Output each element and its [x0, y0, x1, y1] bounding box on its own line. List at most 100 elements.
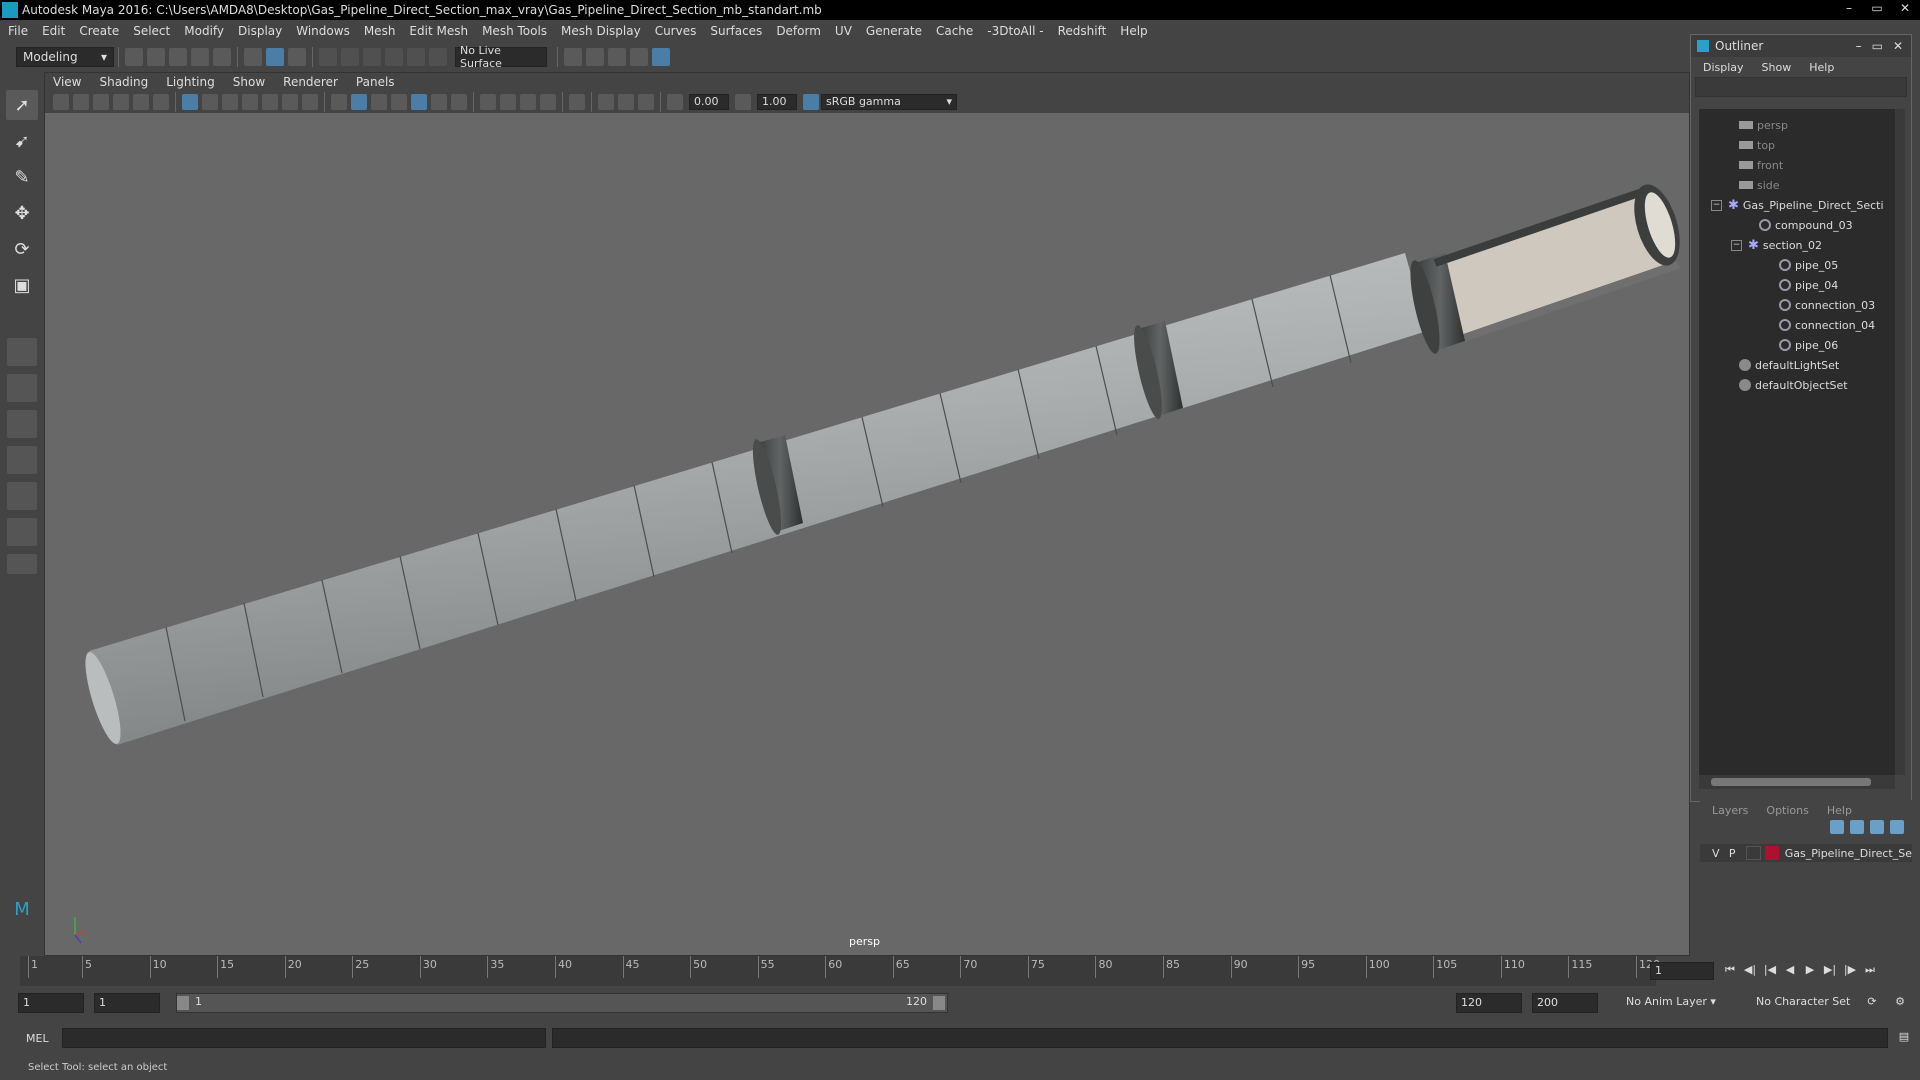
live-surface-field[interactable]: No Live Surface — [455, 44, 547, 70]
menu-surfaces[interactable]: Surfaces — [710, 24, 762, 38]
snap-projected-center-icon[interactable] — [385, 48, 403, 66]
gamma-icon[interactable] — [735, 94, 751, 110]
layer-menu-layers[interactable]: Layers — [1712, 804, 1748, 817]
time-slider[interactable]: 1 5 10 15 20 25 30 35 40 45 50 55 60 65 70 75 80 85 90 95 10… — [20, 956, 1660, 986]
vp-menu-renderer[interactable]: Renderer — [283, 75, 338, 89]
outliner-vertical-scrollbar[interactable] — [1895, 109, 1905, 775]
2d-pan-zoom-icon[interactable] — [133, 94, 149, 110]
vp-menu-lighting[interactable]: Lighting — [166, 75, 215, 89]
perspective-viewport[interactable]: View Shading Lighting Show Renderer Pane… — [44, 72, 1690, 956]
animation-end-field[interactable]: 200 — [1532, 993, 1598, 1013]
animation-start-field[interactable]: 1 — [18, 993, 84, 1013]
snap-point-icon[interactable] — [363, 48, 381, 66]
safe-title-icon[interactable] — [302, 94, 318, 110]
layout-hypershade-persp-icon[interactable] — [7, 518, 37, 546]
menu-edit[interactable]: Edit — [42, 24, 65, 38]
menu-uv[interactable]: UV — [835, 24, 852, 38]
grease-pencil-icon[interactable] — [153, 94, 169, 110]
xray-joints-icon[interactable] — [618, 94, 634, 110]
outliner-menu-help[interactable]: Help — [1809, 61, 1834, 74]
menu-generate[interactable]: Generate — [866, 24, 922, 38]
playback-end-field[interactable]: 120 — [1456, 993, 1522, 1013]
rotate-tool-icon[interactable]: ⟳ — [6, 234, 38, 264]
paint-select-tool-icon[interactable]: ✎ — [6, 162, 38, 192]
play-forward-icon[interactable]: ▶ — [1802, 963, 1818, 979]
select-tool-icon[interactable]: ➚ — [6, 90, 38, 120]
range-handle-left[interactable] — [177, 996, 189, 1010]
camera-select-icon[interactable] — [53, 94, 69, 110]
exposure-field[interactable]: 0.00 — [689, 94, 729, 110]
script-editor-icon[interactable]: ▤ — [1896, 1030, 1912, 1046]
animation-preferences-icon[interactable]: ⚙ — [1892, 995, 1908, 1011]
menu-deform[interactable]: Deform — [776, 24, 821, 38]
character-set-dropdown[interactable]: No Character Set — [1750, 993, 1870, 1013]
motion-blur-icon[interactable] — [500, 94, 516, 110]
outliner-horizontal-scrollbar[interactable] — [1699, 775, 1895, 789]
outliner-item-connection-04[interactable]: connection_04 — [1699, 315, 1895, 335]
outliner-item-persp[interactable]: persp — [1699, 115, 1895, 135]
menu-create[interactable]: Create — [79, 24, 119, 38]
outliner-item-connection-03[interactable]: connection_03 — [1699, 295, 1895, 315]
color-management-icon[interactable] — [803, 94, 819, 110]
auto-key-icon[interactable]: ⟳ — [1864, 995, 1880, 1011]
select-object-icon[interactable] — [266, 48, 284, 66]
current-frame-field[interactable]: 1 — [1650, 962, 1714, 980]
smooth-shade-icon[interactable] — [351, 94, 367, 110]
view-transform-dropdown[interactable]: sRGB gamma ▾ — [821, 94, 957, 110]
snap-grid-icon[interactable] — [319, 48, 337, 66]
layout-single-pane-icon[interactable] — [7, 338, 37, 366]
collapse-toggle[interactable]: − — [1731, 239, 1742, 251]
menu-help[interactable]: Help — [1120, 24, 1147, 38]
hypershade-icon[interactable] — [652, 48, 670, 66]
layer-menu-options[interactable]: Options — [1766, 804, 1808, 817]
gate-mask-icon[interactable] — [242, 94, 258, 110]
menu-windows[interactable]: Windows — [296, 24, 350, 38]
maximize-button[interactable]: ▭ — [1866, 0, 1888, 16]
scale-tool-icon[interactable]: ▣ — [6, 270, 38, 300]
layout-four-pane-icon[interactable] — [7, 374, 37, 402]
resolution-gate-icon[interactable] — [222, 94, 238, 110]
menu-3dtoall[interactable]: -3DtoAll - — [987, 24, 1043, 38]
menu-modify[interactable]: Modify — [184, 24, 224, 38]
step-back-key-icon[interactable]: ◀| — [1742, 963, 1758, 979]
screen-space-ao-icon[interactable] — [480, 94, 496, 110]
vp-menu-panels[interactable]: Panels — [356, 75, 395, 89]
render-settings-icon[interactable] — [630, 48, 648, 66]
gamma-field[interactable]: 1.00 — [757, 94, 797, 110]
isolate-select-icon[interactable] — [569, 94, 585, 110]
minimize-button[interactable]: – — [1856, 39, 1862, 53]
select-hierarchy-icon[interactable] — [244, 48, 262, 66]
pipeline-mesh[interactable] — [78, 179, 1688, 747]
field-chart-icon[interactable] — [262, 94, 278, 110]
wireframe-on-shaded-icon[interactable] — [391, 94, 407, 110]
layer-menu-help[interactable]: Help — [1827, 804, 1852, 817]
menu-curves[interactable]: Curves — [655, 24, 697, 38]
shadows-icon[interactable] — [451, 94, 467, 110]
wireframe-icon[interactable] — [331, 94, 347, 110]
snap-view-plane-icon[interactable] — [407, 48, 425, 66]
move-tool-icon[interactable]: ✥ — [6, 198, 38, 228]
scrollbar-thumb[interactable] — [1711, 778, 1871, 786]
anti-aliasing-icon[interactable] — [520, 94, 536, 110]
go-to-end-icon[interactable]: ⏭ — [1862, 963, 1878, 979]
maximize-button[interactable]: ▭ — [1872, 39, 1883, 53]
move-layer-up-icon[interactable] — [1830, 820, 1844, 834]
grid-icon[interactable] — [182, 94, 198, 110]
mode-dropdown[interactable]: Modeling ▾ — [16, 47, 114, 67]
film-gate-icon[interactable] — [202, 94, 218, 110]
new-layer-from-selected-icon[interactable] — [1890, 820, 1904, 834]
menu-select[interactable]: Select — [133, 24, 170, 38]
move-layer-down-icon[interactable] — [1850, 820, 1864, 834]
menu-display[interactable]: Display — [238, 24, 282, 38]
outliner-menu-show[interactable]: Show — [1762, 61, 1792, 74]
render-frame-icon[interactable] — [586, 48, 604, 66]
vp-menu-show[interactable]: Show — [233, 75, 265, 89]
depth-of-field-icon[interactable] — [540, 94, 556, 110]
step-forward-key-icon[interactable]: |▶ — [1842, 963, 1858, 979]
command-input[interactable] — [62, 1028, 546, 1048]
range-handle-right[interactable] — [933, 996, 945, 1010]
menu-cache[interactable]: Cache — [936, 24, 973, 38]
outliner-item-gas-pipeline[interactable]: − ✱ Gas_Pipeline_Direct_Secti — [1699, 195, 1895, 215]
undo-icon[interactable] — [191, 48, 209, 66]
open-scene-icon[interactable] — [147, 48, 165, 66]
